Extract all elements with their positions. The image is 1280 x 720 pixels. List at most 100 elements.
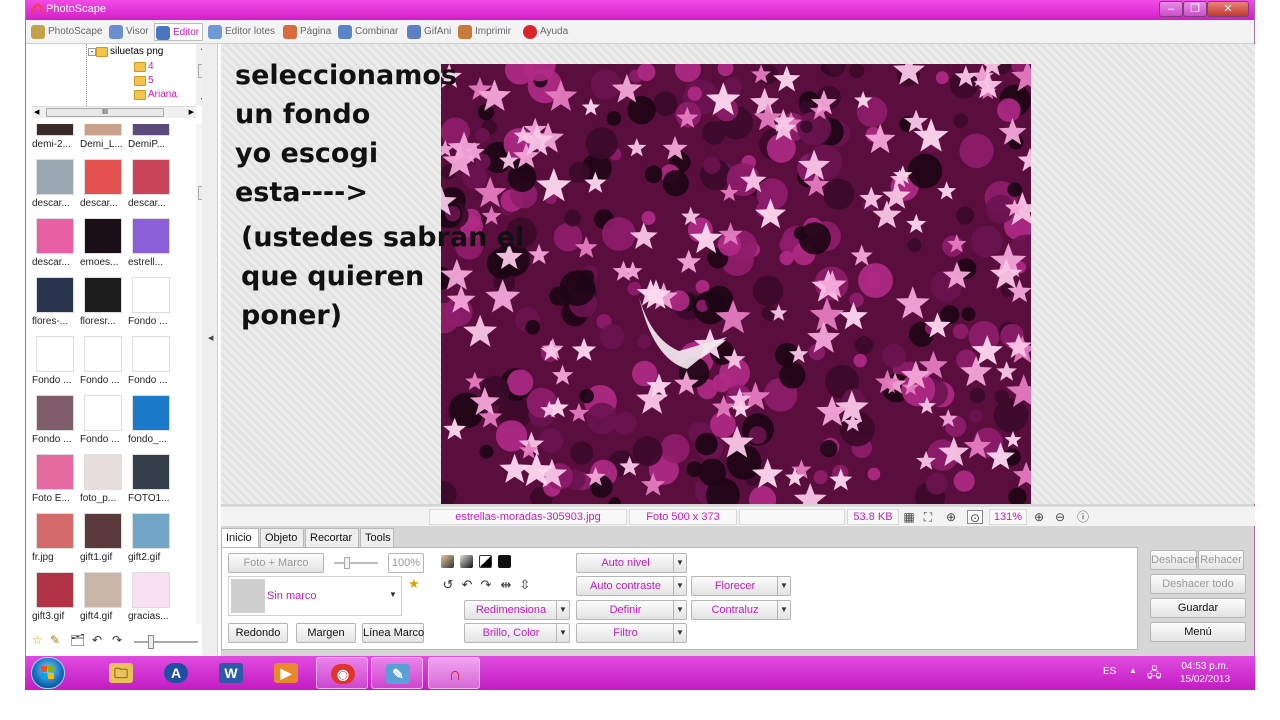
rotate-ccw-icon[interactable]: ↶	[459, 577, 475, 593]
thumbnail-item[interactable]: Fondo ...	[80, 336, 126, 394]
hscroll-thumb[interactable]: III	[46, 108, 164, 117]
dropdown-arrow-icon[interactable]: ▼	[673, 554, 686, 572]
folder-tool-icon[interactable]: 🗂	[70, 633, 85, 647]
thumbnail-item[interactable]: gift1.gif	[80, 513, 126, 571]
rotate-right-icon[interactable]: ↷	[112, 633, 122, 647]
slider-thumb[interactable]	[344, 557, 350, 569]
taskbar-paint[interactable]: ✎	[371, 657, 423, 689]
taskbar-avast[interactable]: A	[150, 657, 202, 689]
thumbnail-item[interactable]: Fondo ...	[32, 336, 78, 394]
resize-button[interactable]: Redimensiona ▼	[464, 600, 570, 620]
tree-folder-ariana[interactable]: Ariana	[126, 88, 177, 102]
thumbnail-item[interactable]: Fondo ...	[128, 336, 174, 394]
favorite-star-icon[interactable]: ☆	[32, 633, 43, 647]
info-icon[interactable]: ⓘ	[1075, 510, 1091, 524]
zoom-fit-icon[interactable]: ⊕	[943, 510, 959, 524]
thumbnail-item[interactable]: gift3.gif	[32, 572, 78, 624]
thumbnail-item[interactable]: gracias...	[128, 572, 174, 624]
zoom-in-icon[interactable]: ⊕	[1031, 510, 1047, 524]
frame-slider[interactable]	[334, 557, 378, 569]
language-indicator[interactable]: ES	[1103, 666, 1116, 677]
tab-editor[interactable]: Editor	[154, 23, 204, 41]
tree-folder-4[interactable]: 4	[126, 60, 154, 74]
tab-ayuda[interactable]: Ayuda	[522, 23, 568, 41]
maximize-button[interactable]: ❐	[1183, 1, 1207, 17]
thumbnail-item[interactable]: floresr...	[80, 277, 126, 335]
thumbnail-item[interactable]: gift4.gif	[80, 572, 126, 624]
taskbar-word[interactable]: W	[205, 657, 257, 689]
thumbnail-item[interactable]: flores-...	[32, 277, 78, 335]
tray-expand-icon[interactable]: ▲	[1129, 666, 1137, 675]
dropdown-arrow-icon[interactable]: ▼	[777, 601, 790, 619]
color-tone-4-icon[interactable]	[497, 554, 513, 570]
color-tone-3-icon[interactable]	[478, 554, 494, 570]
thumbnail-item[interactable]: Foto E...	[32, 454, 78, 512]
tab-tools[interactable]: Tools	[360, 528, 394, 548]
slider-thumb[interactable]	[148, 635, 154, 649]
transparency-icon[interactable]: ▦	[901, 510, 917, 524]
thumbnail-item[interactable]: descar...	[32, 218, 78, 276]
dropdown-arrow-icon[interactable]: ▼	[777, 577, 790, 595]
photo-frame-button[interactable]: Foto + Marco	[228, 553, 324, 573]
thumbnail-item[interactable]: descar...	[32, 159, 78, 217]
thumbnail-item[interactable]: estrell...	[128, 218, 174, 276]
redo-button[interactable]: Rehacer	[1198, 550, 1244, 570]
fit-screen-icon[interactable]: ⛶	[920, 510, 936, 524]
tab-recortar[interactable]: Recortar	[305, 528, 359, 548]
scroll-right-icon[interactable]: ▶	[189, 107, 194, 118]
rotate-cw-icon[interactable]: ↷	[478, 577, 494, 593]
taskbar-explorer[interactable]: 🗀	[95, 657, 147, 689]
flip-vertical-icon[interactable]: ⇳	[517, 577, 533, 593]
tab-gifani[interactable]: GifAni	[406, 23, 451, 41]
taskbar-photoscape[interactable]: ∩	[428, 657, 480, 689]
tab-objeto[interactable]: Objeto	[260, 528, 304, 548]
menu-button[interactable]: Menú	[1150, 622, 1246, 642]
thumbnail-item[interactable]: demi-2...	[32, 124, 78, 158]
tab-editor-lotes[interactable]: Editor lotes	[207, 23, 275, 41]
save-button[interactable]: Guardar	[1150, 598, 1246, 618]
collapse-arrow-icon[interactable]: ◀	[208, 334, 213, 342]
thumbnail-item[interactable]: Fondo ...	[128, 277, 174, 335]
dropdown-arrow-icon[interactable]: ▼	[673, 601, 686, 619]
tab-imprimir[interactable]: Imprimir	[457, 23, 511, 41]
taskbar-media-player[interactable]: ▶	[260, 657, 312, 689]
thumbnail-item[interactable]: gift2.gif	[128, 513, 174, 571]
undo-all-button[interactable]: Deshacer todo	[1150, 574, 1246, 594]
backlight-button[interactable]: Contraluz ▼	[691, 600, 791, 620]
panel-splitter[interactable]: ◀	[202, 44, 218, 656]
tab-inicio[interactable]: Inicio	[221, 528, 259, 549]
image-canvas[interactable]: seleccionamos un fondo yo escogi esta---…	[221, 44, 1255, 504]
auto-level-button[interactable]: Auto nivel ▼	[576, 553, 687, 573]
thumbnail-item[interactable]: fondo_...	[128, 395, 174, 453]
thumbnail-item[interactable]: Fondo ...	[80, 395, 126, 453]
thumbnail-size-slider[interactable]	[134, 635, 198, 649]
undo-button[interactable]: Deshacer	[1150, 550, 1198, 570]
rotate-left-icon[interactable]: ↺	[440, 577, 456, 593]
thumbnail-item[interactable]: Fondo ...	[32, 395, 78, 453]
thumbnail-item[interactable]: foto_p...	[80, 454, 126, 512]
auto-contrast-button[interactable]: Auto contraste ▼	[576, 576, 687, 596]
dropdown-arrow-icon[interactable]: ▼	[556, 601, 569, 619]
dropdown-arrow-icon[interactable]: ▼	[556, 624, 569, 642]
close-button[interactable]: ✕	[1207, 1, 1249, 17]
thumbnail-item[interactable]: emoes...	[80, 218, 126, 276]
scroll-left-icon[interactable]: ◀	[34, 107, 39, 118]
flip-horizontal-icon[interactable]: ⇹	[498, 577, 514, 593]
thumbnail-item[interactable]: FOTO1...	[128, 454, 174, 512]
taskbar-clock[interactable]: 04:53 p.m. 15/02/2013	[1165, 660, 1245, 686]
start-button[interactable]	[31, 657, 65, 689]
thumbnail-item[interactable]: fr.jpg	[32, 513, 78, 571]
thumbnail-item[interactable]: DemiP...	[128, 124, 174, 158]
frame-line-button[interactable]: Línea Marco	[362, 623, 424, 643]
brightness-color-button[interactable]: Brillo, Color ▼	[464, 623, 570, 643]
zoom-out-icon[interactable]: ⊖	[1052, 510, 1068, 524]
dropdown-arrow-icon[interactable]: ▼	[673, 624, 686, 642]
tree-folder-5[interactable]: 5	[126, 74, 154, 88]
frame-select[interactable]: Sin marco ▼	[228, 576, 402, 616]
favorite-star-icon[interactable]: ★	[408, 576, 420, 592]
minimize-button[interactable]: –	[1159, 1, 1183, 17]
tab-pagina[interactable]: Página	[282, 23, 331, 41]
taskbar-chrome[interactable]: ◉	[316, 657, 368, 689]
thumbnail-item[interactable]: descar...	[80, 159, 126, 217]
tab-photoscape[interactable]: PhotoScape	[30, 23, 103, 41]
